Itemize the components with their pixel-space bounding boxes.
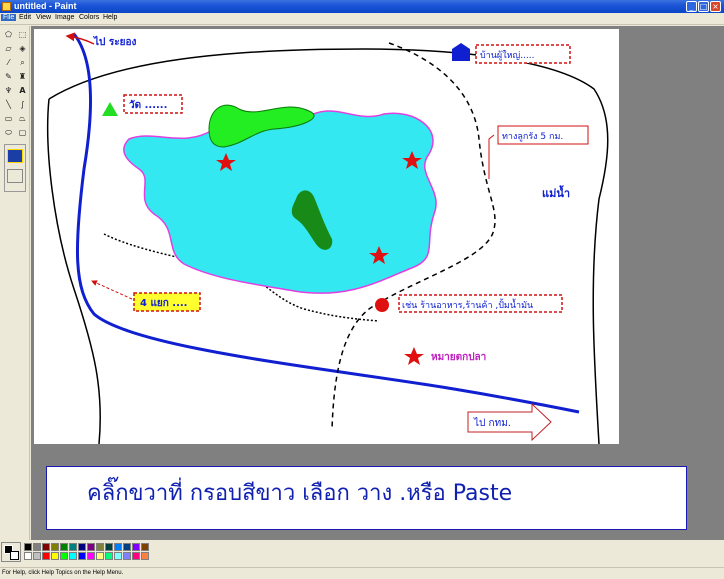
free-select-icon[interactable]: ⬠: [2, 28, 15, 41]
palette-swatch[interactable]: [96, 543, 104, 551]
palette-swatch[interactable]: [51, 543, 59, 551]
palette-swatch[interactable]: [42, 552, 50, 560]
temple-icon: [102, 102, 118, 116]
fill-bucket-icon[interactable]: ◈: [16, 42, 29, 55]
river-label: แม่น้ำ: [542, 185, 570, 200]
laterite-road-label: ทางลูกรัง 5 กม.: [502, 132, 563, 142]
road-left-curve: [47, 98, 102, 444]
lake: [123, 110, 437, 294]
menu-help[interactable]: Help: [101, 14, 119, 21]
palette-swatch[interactable]: [114, 552, 122, 560]
drawing-canvas[interactable]: ไป ระยอง บ้านผู้ใหญ่..... วัด ...... ทาง…: [34, 29, 619, 444]
menu-colors[interactable]: Colors: [77, 14, 101, 21]
paint-window: untitled - Paint _ □ × File Edit View Im…: [0, 0, 724, 579]
intersection-label: 4 แยก ....: [140, 298, 187, 309]
line-tool-icon[interactable]: ╲: [2, 98, 15, 111]
menu-image[interactable]: Image: [53, 14, 76, 21]
to-rayong-label: ไป ระยอง: [93, 35, 136, 48]
menu-view[interactable]: View: [34, 14, 53, 21]
map-drawing: ไป ระยอง บ้านผู้ใหญ่..... วัด ...... ทาง…: [47, 32, 609, 444]
canvas-workspace: ไป ระยอง บ้านผู้ใหญ่..... วัด ...... ทาง…: [31, 26, 724, 540]
palette-swatch[interactable]: [123, 552, 131, 560]
color-picker-icon[interactable]: ⁄: [2, 56, 15, 69]
to-bangkok-label: ไป กทม.: [473, 417, 511, 429]
menu-edit[interactable]: Edit: [17, 14, 33, 21]
close-button[interactable]: ×: [710, 1, 721, 12]
temple-label: วัด ......: [129, 99, 167, 111]
minimize-button[interactable]: _: [686, 1, 697, 12]
transparent-option-icon[interactable]: [7, 169, 23, 183]
caption-textbox[interactable]: คลิ๊กขวาที่ กรอบสีขาว เลือก วาง .หรือ Pa…: [46, 466, 687, 530]
palette-swatch[interactable]: [123, 543, 131, 551]
status-bar: For Help, click Help Topics on the Help …: [0, 567, 724, 579]
palette-swatch[interactable]: [69, 552, 77, 560]
polygon-tool-icon[interactable]: ⏢: [16, 112, 29, 125]
ellipse-tool-icon[interactable]: ⬭: [2, 126, 15, 139]
menu-file[interactable]: File: [1, 14, 17, 21]
palette-swatch[interactable]: [132, 552, 140, 560]
curve-tool-icon[interactable]: ∫: [16, 98, 29, 111]
palette-swatch[interactable]: [69, 543, 77, 551]
window-title: untitled - Paint: [14, 1, 77, 11]
magnifier-icon[interactable]: ⌕: [16, 56, 29, 69]
palette-swatch[interactable]: [105, 543, 113, 551]
palette-swatch[interactable]: [51, 552, 59, 560]
text-tool-icon[interactable]: A: [16, 84, 29, 97]
laterite-arrow: [488, 134, 495, 179]
current-colors: [1, 542, 21, 562]
palette-swatch[interactable]: [141, 552, 149, 560]
palette-swatch[interactable]: [24, 543, 32, 551]
pencil-icon[interactable]: ✎: [2, 70, 15, 83]
airbrush-icon[interactable]: ♆: [2, 84, 15, 97]
fishing-star-legend: [404, 347, 424, 365]
palette-swatch[interactable]: [87, 552, 95, 560]
palette-swatch[interactable]: [141, 543, 149, 551]
paint-app-icon: [2, 2, 11, 11]
palette-swatch[interactable]: [105, 552, 113, 560]
palette-swatch[interactable]: [33, 552, 41, 560]
palette-swatch[interactable]: [60, 552, 68, 560]
brush-icon[interactable]: ♜: [16, 70, 29, 83]
rect-select-icon[interactable]: ⬚: [16, 28, 29, 41]
eraser-icon[interactable]: ▱: [2, 42, 15, 55]
fishing-spot-label: หมายตกปลา: [431, 351, 486, 363]
village-head-label: บ้านผู้ใหญ่.....: [480, 50, 535, 61]
palette-swatch[interactable]: [114, 543, 122, 551]
rectangle-tool-icon[interactable]: ▭: [2, 112, 15, 125]
status-text: For Help, click Help Topics on the Help …: [2, 570, 124, 576]
caption-text: คลิ๊กขวาที่ กรอบสีขาว เลือก วาง .หรือ Pa…: [87, 481, 513, 506]
palette-swatch[interactable]: [24, 552, 32, 560]
color-palette: [0, 540, 724, 566]
tool-options-panel: [4, 144, 26, 192]
palette-swatch[interactable]: [33, 543, 41, 551]
rounded-rect-tool-icon[interactable]: ▢: [16, 126, 29, 139]
maximize-button[interactable]: □: [698, 1, 709, 12]
palette-swatch[interactable]: [96, 552, 104, 560]
shops-icon: [375, 298, 389, 312]
palette-swatch[interactable]: [78, 552, 86, 560]
palette-swatch[interactable]: [60, 543, 68, 551]
title-bar[interactable]: untitled - Paint _ □ ×: [0, 0, 724, 13]
menu-bar: File Edit View Image Colors Help: [0, 13, 724, 25]
palette-swatch[interactable]: [87, 543, 95, 551]
palette-swatch[interactable]: [78, 543, 86, 551]
background-color[interactable]: [10, 551, 19, 560]
tool-box: ⬠ ⬚ ▱ ◈ ⁄ ⌕ ✎ ♜ ♆ A ╲ ∫ ▭ ⏢ ⬭ ▢: [0, 26, 30, 540]
palette-swatch[interactable]: [132, 543, 140, 551]
palette-swatch[interactable]: [42, 543, 50, 551]
opaque-option-icon[interactable]: [7, 149, 23, 163]
house-icon: [452, 43, 470, 61]
intersection-arrow: [91, 280, 133, 300]
